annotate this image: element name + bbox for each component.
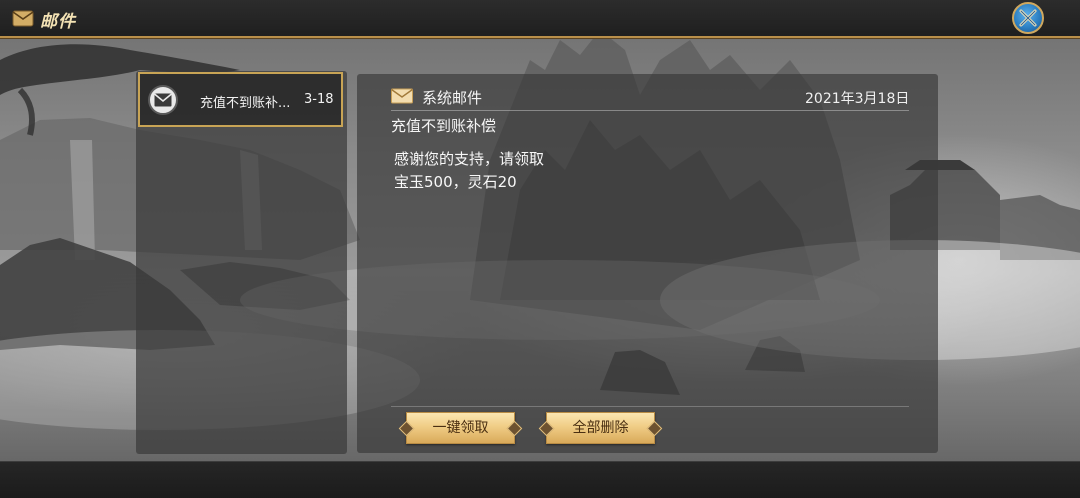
mail-icon: [12, 10, 34, 27]
divider: [391, 110, 909, 111]
button-ornament: [538, 420, 555, 437]
mail-body-line: 感谢您的支持，请领取: [394, 150, 545, 168]
title-bar: 邮件: [0, 0, 1080, 38]
delete-all-label: 全部删除: [572, 420, 629, 436]
button-ornament: [398, 420, 415, 437]
envelope-icon: [148, 85, 178, 115]
button-ornament: [506, 420, 523, 437]
claim-all-button[interactable]: 一键领取: [398, 412, 523, 444]
mail-date: 2021年3月18日: [805, 91, 910, 107]
mail-subject: 充值不到账补偿: [391, 117, 497, 135]
close-button[interactable]: [1012, 2, 1044, 34]
mail-item-subject: 充值不到账补...: [200, 96, 291, 111]
mail-sender: 系统邮件: [422, 89, 483, 107]
mail-list-panel: 充值不到账补... 3-18: [136, 71, 347, 454]
claim-all-label: 一键领取: [432, 420, 489, 436]
delete-all-button[interactable]: 全部删除: [538, 412, 663, 444]
close-icon: [1019, 9, 1037, 27]
mail-body-line: 宝玉500，灵石20: [394, 173, 517, 191]
button-ornament: [646, 420, 663, 437]
mail-item-date: 3-18: [304, 92, 334, 107]
divider: [391, 406, 909, 407]
mail-list-item[interactable]: 充值不到账补... 3-18: [138, 72, 343, 127]
bottom-bar: [0, 461, 1080, 498]
mail-detail-panel: 系统邮件 2021年3月18日 充值不到账补偿 感谢您的支持，请领取 宝玉500…: [357, 74, 938, 453]
envelope-icon: [391, 88, 413, 104]
page-title: 邮件: [40, 12, 76, 32]
mail-screen: 邮件 充值不到账补... 3-18 系统邮件 2021年3月18日 充值不到账补…: [0, 0, 1080, 498]
